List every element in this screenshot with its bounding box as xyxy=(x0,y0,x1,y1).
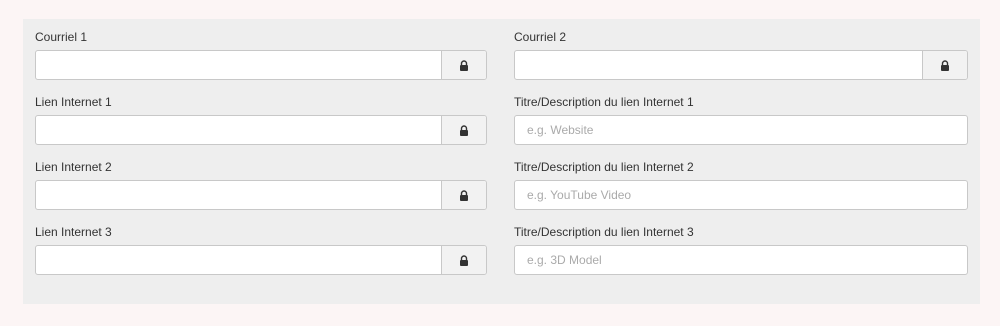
input-group xyxy=(514,50,968,80)
courriel-1-input[interactable] xyxy=(36,51,442,79)
input-group xyxy=(35,180,487,210)
lien-internet-3-input[interactable] xyxy=(36,246,442,274)
field-label: Courriel 1 xyxy=(35,30,88,44)
field-label: Titre/Description du lien Internet 3 xyxy=(514,225,694,239)
privacy-checkbox[interactable] xyxy=(442,181,466,209)
privacy-addon xyxy=(922,51,967,79)
privacy-checkbox[interactable] xyxy=(442,246,466,274)
titre-lien-2-input[interactable] xyxy=(515,181,967,209)
privacy-addon xyxy=(441,246,486,274)
input-group xyxy=(514,245,968,275)
privacy-addon xyxy=(441,51,486,79)
contact-links-panel: Courriel 1 Lien Internet 1 Lien Internet… xyxy=(23,19,980,304)
field-label: Courriel 2 xyxy=(514,30,567,44)
field-label: Lien Internet 1 xyxy=(35,95,112,109)
input-group xyxy=(514,180,968,210)
field-label: Lien Internet 2 xyxy=(35,160,112,174)
field-label: Lien Internet 3 xyxy=(35,225,112,239)
lien-internet-1-input[interactable] xyxy=(36,116,442,144)
input-group xyxy=(35,245,487,275)
input-group xyxy=(514,115,968,145)
input-group xyxy=(35,50,487,80)
titre-lien-3-input[interactable] xyxy=(515,246,967,274)
courriel-2-input[interactable] xyxy=(515,51,923,79)
field-label: Titre/Description du lien Internet 1 xyxy=(514,95,694,109)
privacy-addon xyxy=(441,181,486,209)
titre-lien-1-input[interactable] xyxy=(515,116,967,144)
lien-internet-2-input[interactable] xyxy=(36,181,442,209)
privacy-checkbox[interactable] xyxy=(442,51,466,79)
input-group xyxy=(35,115,487,145)
privacy-checkbox[interactable] xyxy=(923,51,947,79)
privacy-addon xyxy=(441,116,486,144)
privacy-checkbox[interactable] xyxy=(442,116,466,144)
field-label: Titre/Description du lien Internet 2 xyxy=(514,160,694,174)
